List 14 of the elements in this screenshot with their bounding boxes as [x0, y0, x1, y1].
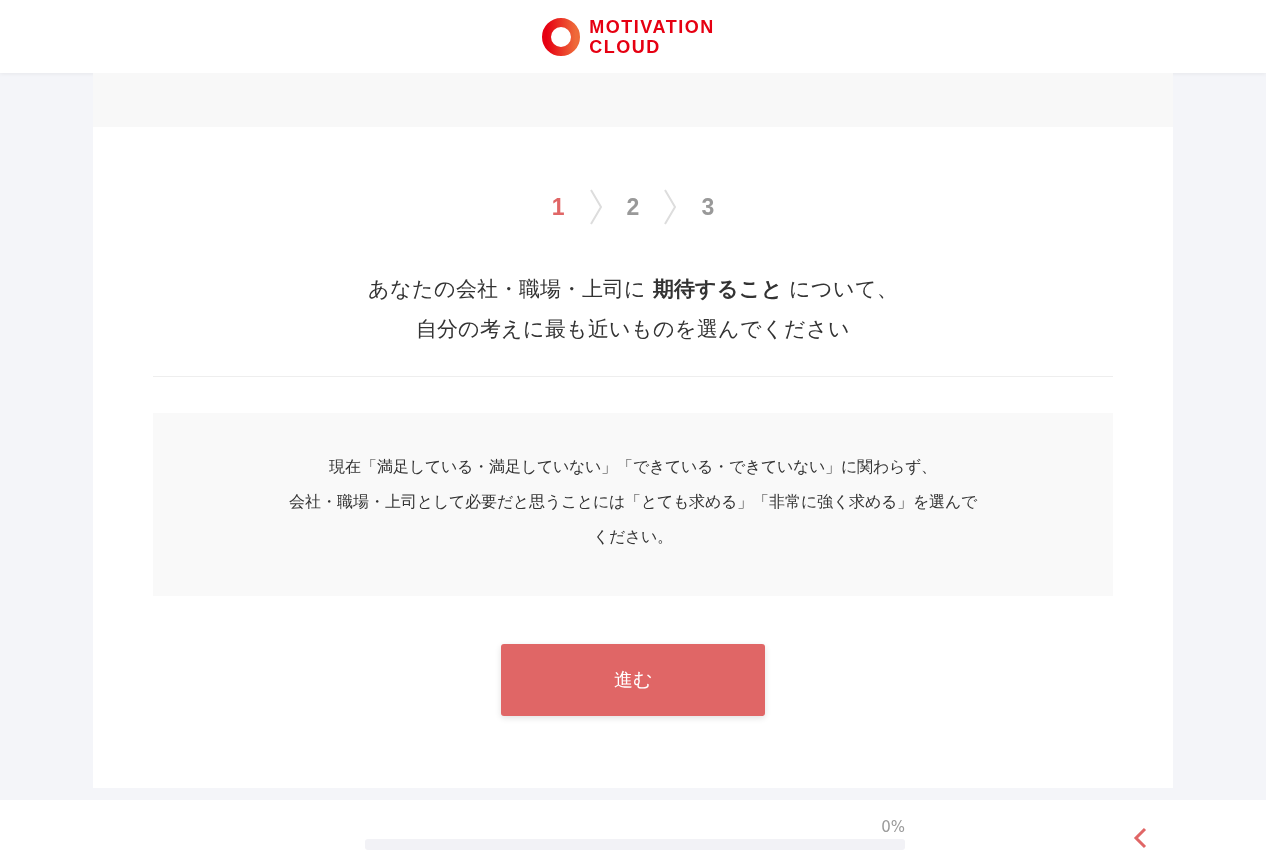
question-text: 自分の考えに最も近いものを選んでください	[415, 316, 851, 343]
logo-text: CLOUD	[589, 36, 662, 57]
step-number: 2	[626, 193, 640, 221]
progress-reading: 0%	[880, 817, 905, 836]
question-text: あなたの会社・職場・上司に 期待すること について、	[367, 276, 899, 303]
next-button[interactable]: 進む	[501, 644, 765, 716]
chevron-icon	[588, 189, 603, 225]
step-number: 3	[701, 193, 715, 221]
step-number: 1	[551, 193, 565, 221]
instruction-text: 現在「満足している・満足していない」「できている・できていない」に関わらず、 会社・職場・上司として必要だと思うことには「とても求める」「非常に強く求める」を選んで ください。	[288, 456, 978, 548]
chevron-icon	[663, 189, 678, 225]
back-chevron-icon[interactable]	[1133, 826, 1147, 849]
ring-logo-icon	[541, 16, 582, 57]
logo-text: MOTIVATION	[589, 16, 715, 37]
